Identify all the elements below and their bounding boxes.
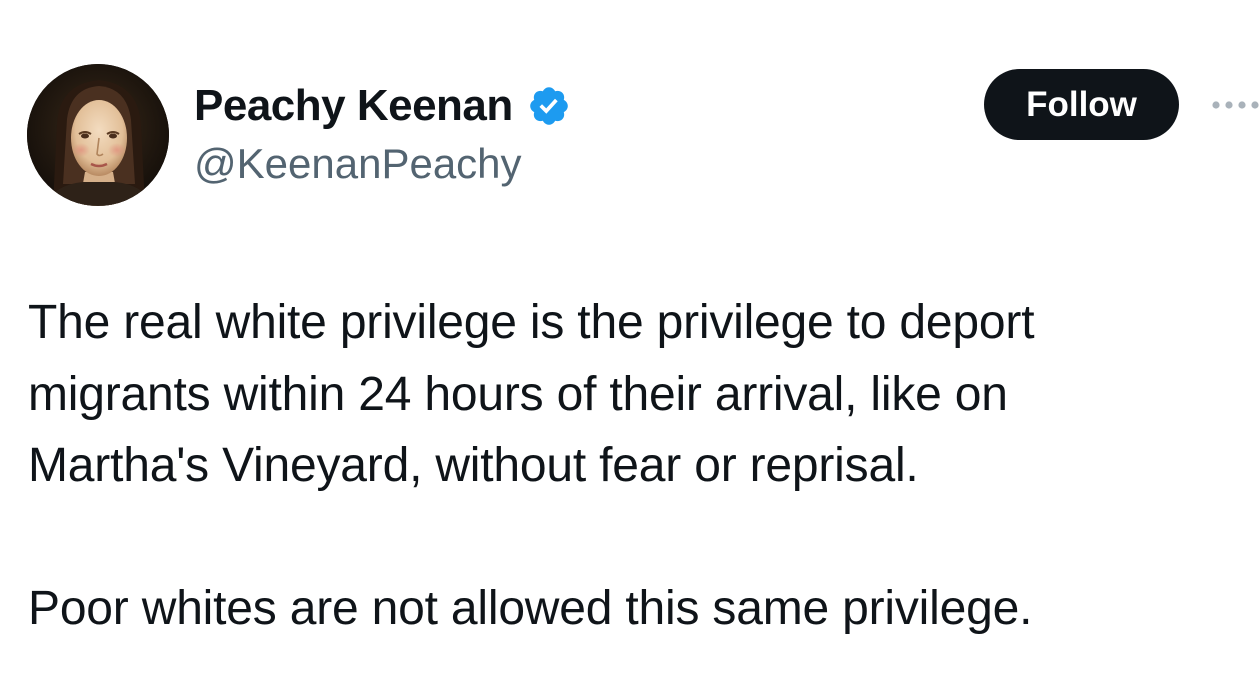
tweet-card: Peachy Keenan @KeenanPeachy Follow The r…: [0, 0, 1259, 699]
tweet-text-line: migrants within 24 hours of their arriva…: [28, 367, 1008, 421]
tweet-text: The real white privilege is the privileg…: [28, 287, 1228, 645]
portrait-avatar-image: [27, 64, 169, 206]
tweet-text-line: Martha's Vineyard, without fear or repri…: [28, 439, 919, 492]
follow-button[interactable]: Follow: [984, 69, 1179, 140]
verified-badge-icon: [527, 84, 571, 128]
author-avatar[interactable]: [27, 64, 169, 206]
tweet-text-paragraph: Poor whites are not allowed this same pr…: [28, 582, 1033, 635]
tweet-text-line: The real white privilege is the privileg…: [28, 296, 1035, 349]
author-handle[interactable]: @KeenanPeachy: [194, 140, 522, 188]
author-name-row: Peachy Keenan: [194, 80, 571, 132]
more-options-icon[interactable]: [1208, 95, 1259, 115]
author-display-name[interactable]: Peachy Keenan: [194, 81, 513, 131]
